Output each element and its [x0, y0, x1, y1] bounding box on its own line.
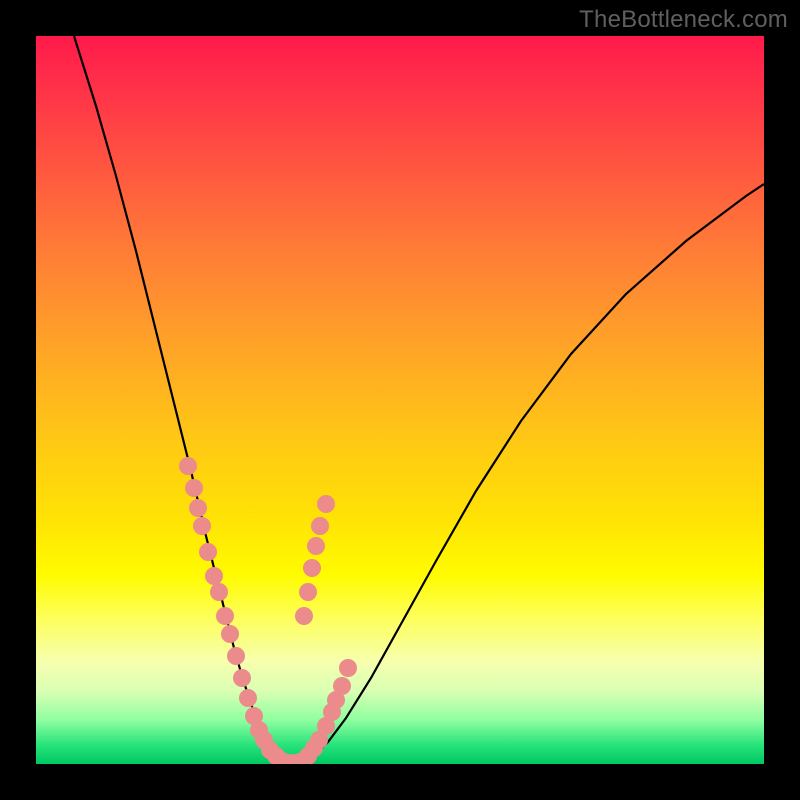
- highlight-dot: [239, 689, 257, 707]
- curve-layer: [36, 36, 764, 764]
- highlight-dot: [227, 647, 245, 665]
- highlight-dot: [303, 559, 321, 577]
- highlight-dot: [299, 583, 317, 601]
- highlight-dot: [185, 479, 203, 497]
- highlight-dot: [210, 583, 228, 601]
- highlight-dot: [339, 659, 357, 677]
- highlight-dot: [307, 537, 325, 555]
- highlight-dots: [179, 457, 357, 764]
- highlight-dot: [199, 543, 217, 561]
- highlight-dot: [333, 677, 351, 695]
- highlight-dot: [216, 607, 234, 625]
- highlight-dot: [233, 669, 251, 687]
- highlight-dot: [295, 607, 313, 625]
- highlight-dot: [221, 625, 239, 643]
- highlight-dot: [317, 495, 335, 513]
- highlight-dot: [311, 517, 329, 535]
- highlight-dot: [189, 499, 207, 517]
- highlight-dot: [205, 567, 223, 585]
- highlight-dot: [193, 517, 211, 535]
- chart-frame: TheBottleneck.com: [0, 0, 800, 800]
- plot-area: [36, 36, 764, 764]
- bottleneck-curve: [74, 36, 764, 763]
- highlight-dot: [179, 457, 197, 475]
- watermark-text: TheBottleneck.com: [579, 6, 788, 34]
